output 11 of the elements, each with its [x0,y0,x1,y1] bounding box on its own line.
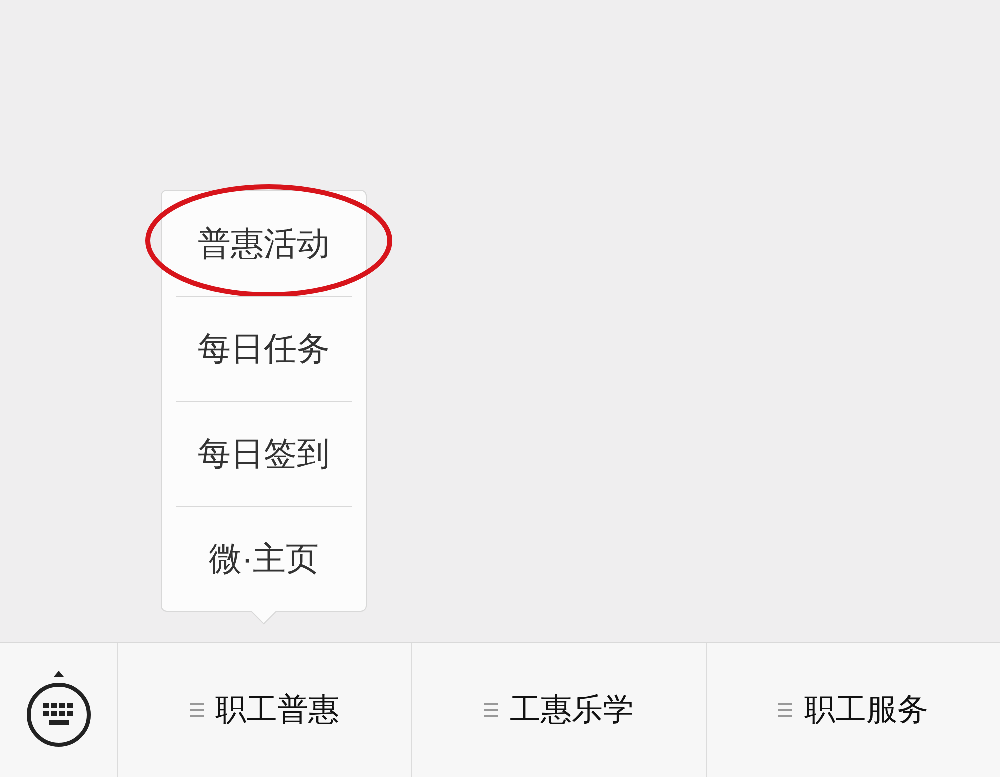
menu-item[interactable]: 每日签到 [198,429,330,479]
menu-item[interactable]: 普惠活动 [198,218,330,268]
menu-tab[interactable]: 职工服务 [706,643,1000,777]
menu-icon [778,702,792,718]
menu-icon [484,702,498,718]
menu-tab[interactable]: 职工普惠 [117,643,412,777]
keyboard-icon [26,671,92,749]
menu-item[interactable]: 每日任务 [198,324,330,374]
menu-tab[interactable]: 工惠乐学 [411,643,706,777]
menu-icon [190,702,204,718]
menu-item[interactable]: 微·主页 [209,534,319,584]
